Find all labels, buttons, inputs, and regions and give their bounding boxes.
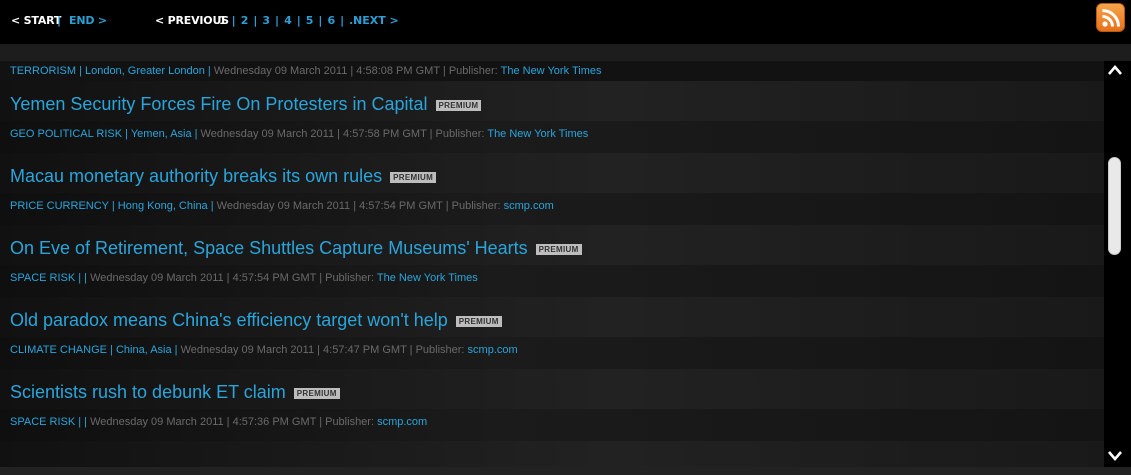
item-meta: PRICE CURRENCY | Hong Kong, China | Wedn… xyxy=(10,200,554,212)
premium-badge: PREMIUM xyxy=(293,388,340,399)
news-list: TERRORISM | London, Greater London | Wed… xyxy=(0,61,1106,475)
item-title[interactable]: Yemen Security Forces Fire On Protesters… xyxy=(10,94,482,115)
item-publisher[interactable]: The New York Times xyxy=(487,128,588,140)
page-link-2[interactable]: 2 xyxy=(241,14,249,27)
list-item: Yemen Security Forces Fire On Protesters… xyxy=(0,81,1106,153)
item-category[interactable]: TERRORISM | London, Greater London | xyxy=(10,65,211,77)
rss-feed-icon[interactable] xyxy=(1096,3,1125,32)
item-meta: TERRORISM | London, Greater London | Wed… xyxy=(10,65,601,77)
premium-badge: PREMIUM xyxy=(455,316,502,327)
item-title[interactable]: Macau monetary authority breaks its own … xyxy=(10,166,437,187)
current-page: 1 xyxy=(219,14,227,27)
item-meta: GEO POLITICAL RISK | Yemen, Asia | Wedne… xyxy=(10,128,588,140)
end-link[interactable]: END > xyxy=(69,14,107,27)
header-divider xyxy=(0,44,1131,61)
item-title[interactable]: Scientists rush to debunk ET claim PREMIU… xyxy=(10,382,340,403)
item-publisher[interactable]: scmp.com xyxy=(377,416,427,428)
item-category[interactable]: SPACE RISK | | xyxy=(10,272,87,284)
premium-badge: PREMIUM xyxy=(435,100,482,111)
item-date: Wednesday 09 March 2011 | 4:58:08 PM GMT… xyxy=(210,65,501,77)
page-numbers: 1 | 2 | 3 | 4 | 5 | 6 |... xyxy=(219,14,362,27)
previous-link[interactable]: < PREVIOUS xyxy=(155,14,229,27)
list-item: Macau monetary authority breaks its own … xyxy=(0,153,1106,225)
pager-separator: | xyxy=(57,14,61,27)
item-publisher[interactable]: The New York Times xyxy=(377,272,478,284)
premium-badge: PREMIUM xyxy=(390,172,437,183)
list-item: Scientists rush to debunk ET claim PREMIU… xyxy=(0,369,1106,441)
page-link-5[interactable]: 5 xyxy=(306,14,314,27)
list-item: On Eve of Retirement, Space Shuttles Cap… xyxy=(0,225,1106,297)
start-link[interactable]: < START xyxy=(11,14,61,27)
item-publisher[interactable]: scmp.com xyxy=(468,344,518,356)
item-date: Wednesday 09 March 2011 | 4:57:47 PM GMT… xyxy=(177,344,468,356)
item-category[interactable]: SPACE RISK | | xyxy=(10,416,87,428)
scrollbar-track[interactable] xyxy=(1109,81,1121,447)
bottom-border xyxy=(0,467,1131,475)
item-category[interactable]: PRICE CURRENCY | Hong Kong, China | xyxy=(10,200,214,212)
item-date: Wednesday 09 March 2011 | 4:57:36 PM GMT… xyxy=(87,416,378,428)
item-category[interactable]: GEO POLITICAL RISK | Yemen, Asia | xyxy=(10,128,198,140)
item-meta: SPACE RISK | | Wednesday 09 March 2011 |… xyxy=(10,416,427,428)
list-item: Old paradox means China's efficiency tar… xyxy=(0,297,1106,369)
next-link[interactable]: NEXT > xyxy=(353,14,399,27)
item-date: Wednesday 09 March 2011 | 4:57:54 PM GMT… xyxy=(213,200,504,212)
vertical-scrollbar[interactable] xyxy=(1104,61,1126,467)
item-date: Wednesday 09 March 2011 | 4:57:54 PM GMT… xyxy=(87,272,377,284)
scroll-down-icon[interactable] xyxy=(1106,447,1124,463)
item-publisher[interactable]: The New York Times xyxy=(501,65,602,77)
page-link-4[interactable]: 4 xyxy=(284,14,292,27)
page-link-3[interactable]: 3 xyxy=(262,14,270,27)
item-meta: CLIMATE CHANGE | China, Asia | Wednesday… xyxy=(10,344,518,356)
item-category[interactable]: CLIMATE CHANGE | China, Asia | xyxy=(10,344,178,356)
scrollbar-thumb[interactable] xyxy=(1108,157,1121,255)
item-title[interactable]: On Eve of Retirement, Space Shuttles Cap… xyxy=(10,238,582,259)
item-date: Wednesday 09 March 2011 | 4:57:58 PM GMT… xyxy=(197,128,488,140)
item-publisher[interactable]: scmp.com xyxy=(504,200,554,212)
scroll-up-icon[interactable] xyxy=(1106,63,1124,79)
page-link-6[interactable]: 6 xyxy=(327,14,335,27)
list-item: TERRORISM | London, Greater London | Wed… xyxy=(0,61,1106,81)
premium-badge: PREMIUM xyxy=(535,244,582,255)
pagination-bar: < START | END > < PREVIOUS 1 | 2 | 3 | 4 | 5 | 6 |.… xyxy=(0,0,1131,44)
item-title[interactable]: Old paradox means China's efficiency tar… xyxy=(10,310,502,331)
item-meta: SPACE RISK | | Wednesday 09 March 2011 |… xyxy=(10,272,478,284)
